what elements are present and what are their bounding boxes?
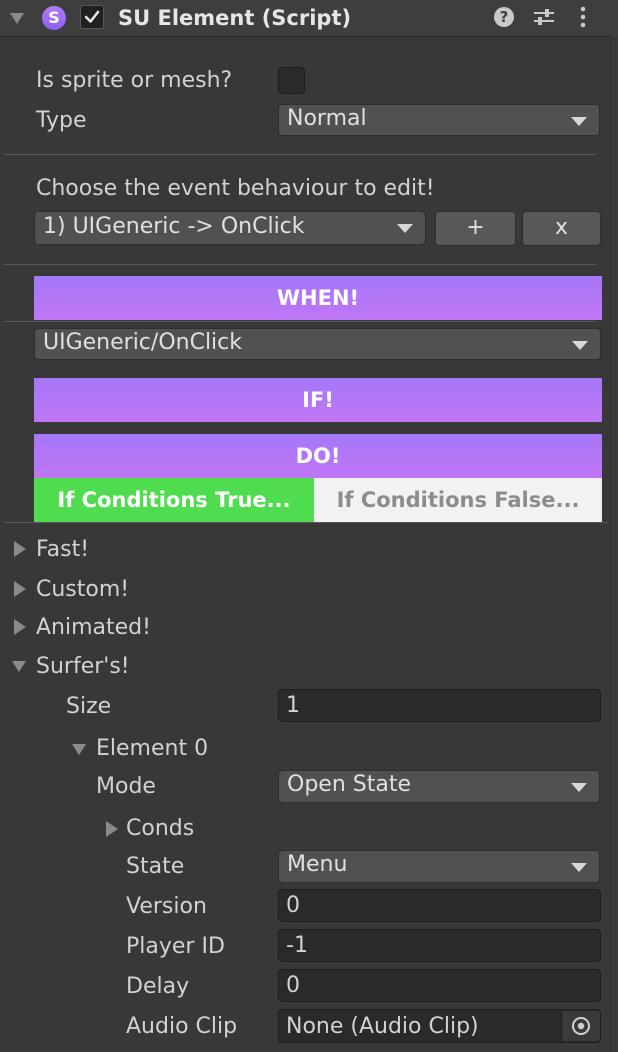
chevron-down-icon	[397, 224, 413, 233]
mode-dropdown-value: Open State	[287, 772, 411, 797]
do-banner: DO!	[34, 434, 602, 478]
divider	[4, 321, 596, 322]
checkmark-icon	[84, 10, 100, 23]
version-field[interactable]: 0	[278, 889, 601, 922]
chevron-down-icon	[572, 341, 588, 350]
mode-dropdown[interactable]: Open State	[278, 770, 600, 803]
state-label: State	[126, 854, 185, 879]
chevron-down-icon	[12, 661, 26, 672]
is-sprite-label: Is sprite or mesh?	[36, 68, 233, 93]
object-picker-button[interactable]	[561, 1011, 600, 1041]
audio-clip-field[interactable]: None (Audio Clip)	[278, 1009, 601, 1043]
chevron-down-icon	[571, 783, 587, 792]
script-icon: S	[42, 6, 66, 30]
component-header: S SU Element (Script) ?	[0, 0, 618, 37]
object-picker-icon	[572, 1017, 590, 1035]
when-banner: WHEN!	[34, 276, 602, 320]
delay-field[interactable]: 0	[278, 969, 601, 1002]
foldout-fast[interactable]: Fast!	[6, 536, 306, 564]
audio-clip-label: Audio Clip	[126, 1014, 238, 1039]
divider	[4, 264, 596, 265]
event-select-dropdown[interactable]: 1) UIGeneric -> OnClick	[34, 211, 426, 245]
tab-conditions-false[interactable]: If Conditions False...	[314, 478, 602, 522]
type-label: Type	[36, 108, 87, 133]
foldout-animated-label: Animated!	[36, 615, 151, 640]
player-id-label: Player ID	[126, 934, 225, 959]
event-prompt: Choose the event behaviour to edit!	[36, 176, 435, 201]
enabled-checkbox[interactable]	[80, 5, 104, 29]
size-field[interactable]: 1	[278, 689, 601, 722]
divider	[4, 522, 608, 523]
foldout-animated[interactable]: Animated!	[6, 614, 306, 642]
foldout-surfers[interactable]: Surfer's!	[6, 653, 306, 681]
element-0-label: Element 0	[96, 736, 209, 761]
chevron-right-icon	[106, 821, 118, 837]
size-label: Size	[66, 694, 112, 719]
if-banner: IF!	[34, 378, 602, 422]
foldout-conds[interactable]: Conds	[98, 816, 298, 844]
chevron-right-icon	[14, 541, 26, 557]
player-id-field[interactable]: -1	[278, 929, 601, 962]
when-event-value: UIGeneric/OnClick	[43, 330, 242, 355]
version-label: Version	[126, 894, 207, 919]
foldout-custom-label: Custom!	[36, 577, 130, 602]
foldout-surfers-label: Surfer's!	[36, 654, 130, 679]
when-event-dropdown[interactable]: UIGeneric/OnClick	[34, 328, 601, 360]
event-select-value: 1) UIGeneric -> OnClick	[43, 214, 305, 239]
tab-conditions-true[interactable]: If Conditions True...	[34, 478, 314, 522]
help-icon[interactable]: ?	[493, 6, 515, 28]
foldout-custom[interactable]: Custom!	[6, 576, 306, 604]
chevron-down-icon	[571, 117, 587, 126]
foldout-fast-label: Fast!	[36, 537, 90, 562]
type-dropdown[interactable]: Normal	[278, 104, 600, 136]
chevron-down-icon	[72, 744, 86, 755]
is-sprite-checkbox[interactable]	[278, 67, 305, 94]
component-title: SU Element (Script)	[118, 6, 352, 30]
svg-text:?: ?	[500, 8, 509, 26]
scrollbar[interactable]	[610, 36, 618, 1052]
collapse-arrow-icon[interactable]	[10, 13, 24, 24]
audio-clip-value: None (Audio Clip)	[286, 1014, 479, 1039]
presets-icon[interactable]	[532, 6, 556, 28]
foldout-element-0[interactable]: Element 0	[70, 736, 370, 764]
remove-event-button[interactable]: x	[522, 211, 601, 246]
chevron-down-icon	[571, 863, 587, 872]
divider	[4, 154, 596, 155]
state-dropdown-value: Menu	[287, 852, 348, 877]
mode-label: Mode	[96, 774, 156, 799]
conds-label: Conds	[126, 816, 195, 841]
state-dropdown[interactable]: Menu	[278, 850, 600, 883]
add-event-button[interactable]: +	[435, 211, 516, 246]
chevron-right-icon	[14, 581, 26, 597]
kebab-menu-icon[interactable]	[578, 5, 588, 29]
delay-label: Delay	[126, 974, 190, 999]
type-dropdown-value: Normal	[287, 106, 367, 131]
chevron-right-icon	[14, 619, 26, 635]
